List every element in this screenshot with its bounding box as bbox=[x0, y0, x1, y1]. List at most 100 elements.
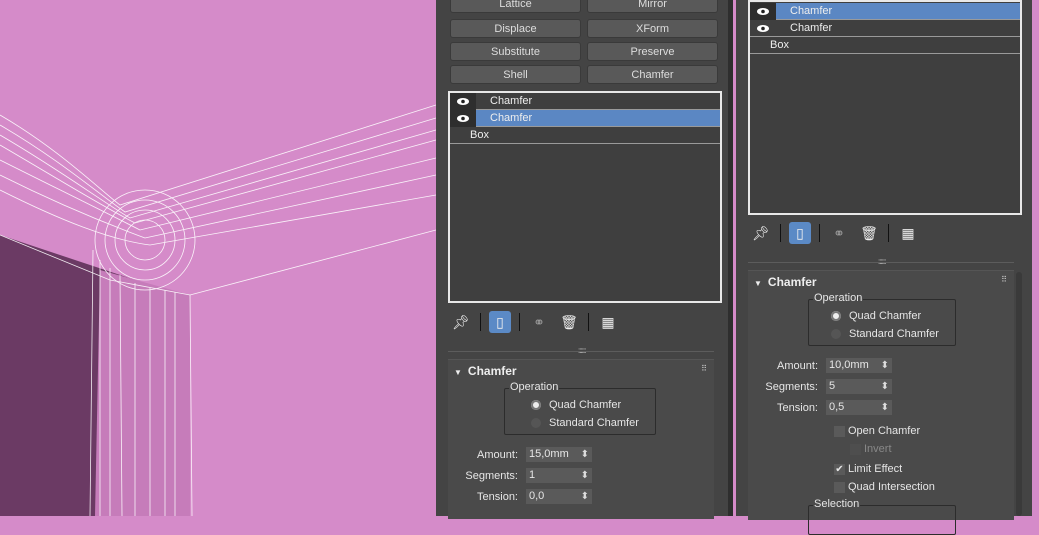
resize-grip-icon[interactable]: :::::: bbox=[578, 346, 586, 355]
segments-spinner[interactable]: 1 bbox=[526, 468, 592, 483]
amount-spinner[interactable]: 15,0mm bbox=[526, 447, 592, 462]
configure-sets-icon[interactable]: ▦ bbox=[897, 222, 919, 244]
operation-label: Operation bbox=[813, 292, 864, 304]
stack-item[interactable]: Chamfer bbox=[450, 93, 720, 110]
checkbox-label: Invert bbox=[864, 443, 892, 455]
scrollbar[interactable] bbox=[1016, 272, 1022, 516]
selection-label: Selection bbox=[813, 498, 861, 510]
separator bbox=[780, 224, 781, 242]
amount-label: Amount: bbox=[477, 448, 518, 461]
eye-icon[interactable] bbox=[450, 93, 476, 110]
pin-stack-icon[interactable]: 📌︎ bbox=[750, 222, 772, 244]
command-panel-right: Chamfer Chamfer Box 📌︎ ▯ ⚭ 🗑︎ ▦ :::::: ▼… bbox=[740, 0, 1032, 535]
rollout-grip-icon[interactable]: ⠿ bbox=[1001, 275, 1007, 284]
rollout-title: Chamfer bbox=[467, 364, 517, 378]
stack-toolbar: 📌︎ ▯ ⚭ 🗑︎ ▦ bbox=[750, 222, 919, 244]
rollout-title: Chamfer bbox=[767, 275, 817, 289]
chamfer-button[interactable]: Chamfer bbox=[587, 65, 718, 84]
viewport[interactable] bbox=[0, 0, 436, 516]
panel-border bbox=[728, 0, 733, 516]
separator bbox=[519, 313, 520, 331]
separator bbox=[480, 313, 481, 331]
make-unique-icon[interactable]: ⚭ bbox=[528, 311, 550, 333]
collapse-triangle-icon: ▼ bbox=[454, 368, 462, 377]
chamfer-rollout: ▼ Chamfer ⠿ Operation Quad Chamfer Standa… bbox=[748, 270, 1014, 535]
configure-sets-icon[interactable]: ▦ bbox=[597, 311, 619, 333]
rollout-header[interactable]: ▼ Chamfer bbox=[454, 364, 517, 378]
chamfer-rollout: ▼ Chamfer ⠿ Operation Quad Chamfer Standa… bbox=[448, 359, 714, 519]
eye-icon[interactable] bbox=[750, 20, 776, 37]
amount-field: Amount: 15,0mm bbox=[458, 447, 592, 462]
amount-spinner[interactable]: 10,0mm bbox=[826, 358, 892, 373]
radio-label: Standard Chamfer bbox=[549, 417, 639, 429]
operation-label: Operation bbox=[509, 381, 560, 393]
stack-item-label: Box bbox=[470, 129, 489, 141]
resize-grip-icon[interactable]: :::::: bbox=[878, 257, 886, 266]
operation-group: Operation Quad Chamfer Standard Chamfer bbox=[504, 381, 656, 435]
stack-toolbar: 📌︎ ▯ ⚭ 🗑︎ ▦ bbox=[450, 311, 619, 333]
checkbox-label: Limit Effect bbox=[848, 463, 903, 475]
shell-button[interactable]: Shell bbox=[450, 65, 581, 84]
tension-label: Tension: bbox=[777, 401, 818, 414]
radio-label: Quad Chamfer bbox=[549, 399, 622, 411]
stack-item-label: Chamfer bbox=[790, 22, 833, 34]
lattice-button[interactable]: Lattice bbox=[450, 0, 581, 13]
separator bbox=[888, 224, 889, 242]
stack-item-selected[interactable]: Chamfer bbox=[750, 3, 1020, 20]
operation-group: Operation Quad Chamfer Standard Chamfer bbox=[808, 292, 956, 346]
remove-modifier-icon[interactable]: 🗑︎ bbox=[558, 311, 580, 333]
modifier-stack: Chamfer Chamfer Box bbox=[448, 91, 722, 303]
rollout-header[interactable]: ▼ Chamfer bbox=[754, 275, 817, 289]
xform-button[interactable]: XForm bbox=[587, 19, 718, 38]
limit-effect-checkbox[interactable]: ✔ Limit Effect bbox=[834, 463, 902, 475]
standard-chamfer-radio[interactable]: Standard Chamfer bbox=[831, 328, 939, 340]
pin-stack-icon[interactable]: 📌︎ bbox=[450, 311, 472, 333]
checkbox-label: Open Chamfer bbox=[848, 425, 921, 437]
amount-field: Amount: 10,0mm bbox=[758, 358, 892, 373]
stack-item[interactable]: Chamfer bbox=[750, 20, 1020, 37]
segments-label: Segments: bbox=[765, 380, 818, 393]
substitute-button[interactable]: Substitute bbox=[450, 42, 581, 61]
show-end-result-icon[interactable]: ▯ bbox=[489, 311, 511, 333]
tension-label: Tension: bbox=[477, 490, 518, 503]
mirror-button[interactable]: Mirror bbox=[587, 0, 718, 13]
stack-item-label: Box bbox=[770, 39, 789, 51]
displace-button[interactable]: Displace bbox=[450, 19, 581, 38]
stack-item-label: Chamfer bbox=[790, 5, 833, 17]
radio-label: Standard Chamfer bbox=[849, 328, 939, 340]
separator bbox=[819, 224, 820, 242]
stack-item-label: Chamfer bbox=[490, 95, 533, 107]
rollout-grip-icon[interactable]: ⠿ bbox=[701, 364, 707, 373]
segments-field: Segments: 5 bbox=[758, 379, 892, 394]
show-end-result-icon[interactable]: ▯ bbox=[789, 222, 811, 244]
segments-field: Segments: 1 bbox=[458, 468, 592, 483]
stack-item-label: Chamfer bbox=[490, 112, 533, 124]
quad-intersection-checkbox[interactable]: Quad Intersection bbox=[834, 481, 935, 493]
eye-icon[interactable] bbox=[450, 110, 476, 127]
standard-chamfer-radio[interactable]: Standard Chamfer bbox=[531, 417, 639, 429]
eye-icon[interactable] bbox=[750, 3, 776, 20]
invert-checkbox: Invert bbox=[850, 443, 892, 455]
tension-field: Tension: 0,0 bbox=[458, 489, 592, 504]
open-chamfer-checkbox[interactable]: Open Chamfer bbox=[834, 425, 920, 437]
separator bbox=[588, 313, 589, 331]
stack-item[interactable]: Box bbox=[750, 37, 1020, 54]
stack-item-selected[interactable]: Chamfer bbox=[450, 110, 720, 127]
segments-spinner[interactable]: 5 bbox=[826, 379, 892, 394]
tension-field: Tension: 0,5 bbox=[758, 400, 892, 415]
checkmark-icon: ✔ bbox=[834, 463, 845, 475]
selection-group: Selection bbox=[808, 498, 956, 535]
remove-modifier-icon[interactable]: 🗑︎ bbox=[858, 222, 880, 244]
stack-item[interactable]: Box bbox=[450, 127, 720, 144]
radio-label: Quad Chamfer bbox=[849, 310, 922, 322]
checkbox-label: Quad Intersection bbox=[848, 481, 935, 493]
quad-chamfer-radio[interactable]: Quad Chamfer bbox=[531, 399, 621, 411]
tension-spinner[interactable]: 0,0 bbox=[526, 489, 592, 504]
quad-chamfer-radio[interactable]: Quad Chamfer bbox=[831, 310, 921, 322]
make-unique-icon[interactable]: ⚭ bbox=[828, 222, 850, 244]
segments-label: Segments: bbox=[465, 469, 518, 482]
tension-spinner[interactable]: 0,5 bbox=[826, 400, 892, 415]
preserve-button[interactable]: Preserve bbox=[587, 42, 718, 61]
amount-label: Amount: bbox=[777, 359, 818, 372]
modifier-stack: Chamfer Chamfer Box bbox=[748, 0, 1022, 215]
